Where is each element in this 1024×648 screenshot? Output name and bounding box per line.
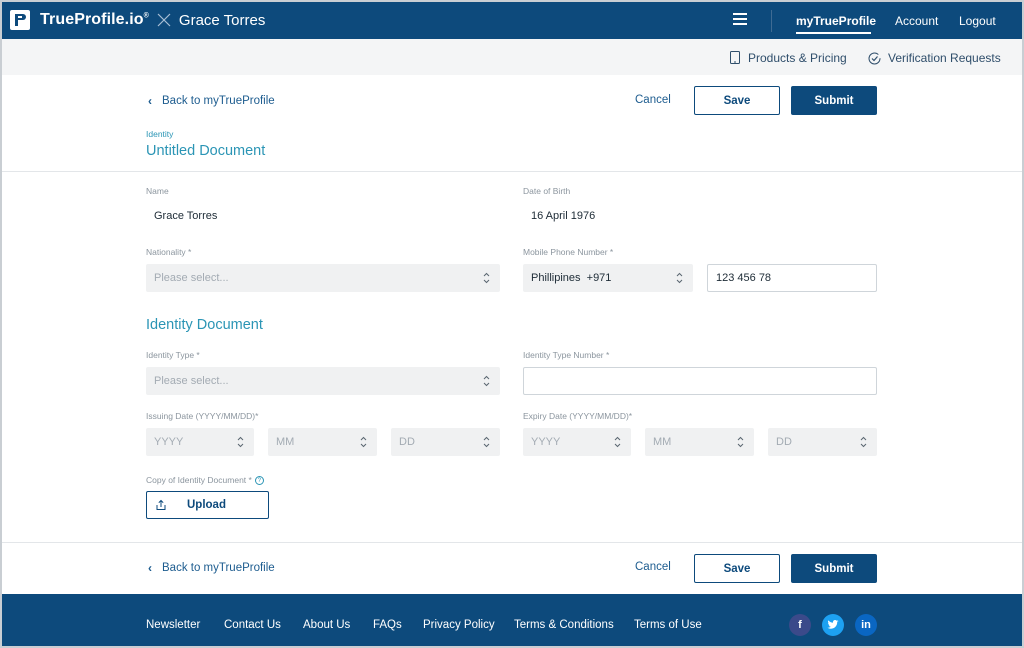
back-to-profile-link-bottom[interactable]: ‹ Back to myTrueProfile — [148, 561, 275, 575]
expiry-day-placeholder: DD — [776, 436, 792, 448]
issuing-month-placeholder: MM — [276, 436, 295, 448]
footer-link-about[interactable]: About Us — [303, 619, 350, 631]
brand[interactable]: TrueProfile.io® Grace Torres — [10, 10, 265, 30]
issuing-month-select[interactable]: MM — [268, 428, 377, 456]
identity-number-label: Identity Type Number * — [523, 350, 610, 360]
nav-logout[interactable]: Logout — [959, 14, 996, 28]
chevron-left-icon: ‹ — [148, 94, 152, 108]
cancel-button-bottom[interactable]: Cancel — [635, 561, 671, 573]
tablet-icon — [730, 51, 740, 64]
back-to-profile-link-top[interactable]: ‹ Back to myTrueProfile — [148, 94, 275, 108]
submit-button-top[interactable]: Submit — [791, 86, 877, 115]
verification-requests-label: Verification Requests — [888, 51, 1001, 65]
nav-account[interactable]: Account — [895, 14, 938, 28]
bottom-divider — [2, 542, 1022, 543]
updown-chevron-icon — [483, 272, 490, 284]
updown-chevron-icon — [483, 436, 490, 448]
copy-document-label: Copy of Identity Document *? — [146, 475, 264, 486]
updown-chevron-icon — [676, 272, 683, 284]
hamburger-menu-icon[interactable] — [733, 13, 747, 25]
expiry-month-select[interactable]: MM — [645, 428, 754, 456]
back-label: Back to myTrueProfile — [162, 95, 275, 107]
sub-navigation: Products & Pricing Verification Requests — [2, 39, 1022, 75]
issuing-year-select[interactable]: YYYY — [146, 428, 254, 456]
footer-link-contact[interactable]: Contact Us — [224, 619, 281, 631]
phone-number-input[interactable]: 123 456 78 — [707, 264, 877, 292]
expiry-date-label: Expiry Date (YYYY/MM/DD)* — [523, 411, 633, 421]
footer-link-terms-use[interactable]: Terms of Use — [634, 619, 702, 631]
upload-button[interactable]: Upload — [146, 491, 269, 519]
chevron-left-icon: ‹ — [148, 561, 152, 575]
facebook-icon[interactable]: f — [789, 614, 811, 636]
footer: Newsletter Contact Us About Us FAQs Priv… — [2, 594, 1022, 646]
updown-chevron-icon — [360, 436, 367, 448]
active-nav-underline — [796, 32, 871, 34]
identity-section-title: Identity Document — [146, 317, 263, 333]
phone-country-select[interactable]: Phillipines +971 — [523, 264, 693, 292]
identity-number-input[interactable] — [523, 367, 877, 395]
verification-requests-link[interactable]: Verification Requests — [868, 51, 1001, 65]
identity-type-placeholder: Please select... — [154, 375, 229, 387]
footer-link-faqs[interactable]: FAQs — [373, 619, 402, 631]
phone-country-value: Phillipines +971 — [531, 272, 612, 284]
identity-type-label: Identity Type * — [146, 350, 200, 360]
upload-icon — [156, 499, 166, 510]
brand-registered-mark: ® — [143, 12, 149, 20]
updown-chevron-icon — [483, 375, 490, 387]
issuing-day-select[interactable]: DD — [391, 428, 500, 456]
user-name: Grace Torres — [178, 11, 266, 29]
help-icon[interactable]: ? — [254, 476, 264, 486]
expiry-year-placeholder: YYYY — [531, 436, 561, 448]
updown-chevron-icon — [237, 436, 244, 448]
document-type: Identity — [146, 129, 174, 139]
nationality-placeholder: Please select... — [154, 272, 229, 284]
updown-chevron-icon — [614, 436, 621, 448]
top-header: TrueProfile.io® Grace Torres myTrueProfi… — [2, 2, 1022, 39]
twitter-bird-icon — [827, 620, 839, 629]
back-label: Back to myTrueProfile — [162, 562, 275, 574]
copy-document-label-text: Copy of Identity Document * — [146, 475, 252, 485]
products-pricing-link[interactable]: Products & Pricing — [729, 51, 847, 65]
expiry-month-placeholder: MM — [653, 436, 672, 448]
footer-link-newsletter[interactable]: Newsletter — [146, 619, 200, 631]
updown-chevron-icon — [860, 436, 867, 448]
trueprofile-logo-icon — [10, 10, 30, 30]
nationality-label: Nationality * — [146, 247, 192, 257]
footer-link-terms-conditions[interactable]: Terms & Conditions — [514, 619, 614, 631]
name-label: Name — [146, 186, 169, 196]
brand-name: TrueProfile.io® — [40, 11, 149, 28]
nationality-select[interactable]: Please select... — [146, 264, 500, 292]
header-divider — [2, 171, 1022, 172]
dob-label: Date of Birth — [523, 186, 571, 196]
cross-separator-icon — [157, 13, 171, 27]
identity-type-select[interactable]: Please select... — [146, 367, 500, 395]
nav-my-trueprofile[interactable]: myTrueProfile — [796, 14, 876, 28]
name-value: Grace Torres — [154, 210, 218, 222]
issuing-day-placeholder: DD — [399, 436, 415, 448]
check-circle-icon — [868, 52, 881, 64]
phone-label: Mobile Phone Number * — [523, 247, 614, 257]
dob-value: 16 April 1976 — [531, 210, 596, 222]
twitter-icon[interactable] — [822, 614, 844, 636]
app-window: TrueProfile.io® Grace Torres myTrueProfi… — [0, 0, 1024, 648]
document-title: Untitled Document — [146, 143, 266, 159]
expiry-year-select[interactable]: YYYY — [523, 428, 631, 456]
issuing-year-placeholder: YYYY — [154, 436, 184, 448]
issuing-date-label: Issuing Date (YYYY/MM/DD)* — [146, 411, 259, 421]
products-pricing-label: Products & Pricing — [748, 51, 847, 65]
upload-label: Upload — [187, 499, 226, 511]
footer-link-privacy[interactable]: Privacy Policy — [423, 619, 495, 631]
submit-button-bottom[interactable]: Submit — [791, 554, 877, 583]
updown-chevron-icon — [737, 436, 744, 448]
save-button-top[interactable]: Save — [694, 86, 780, 115]
expiry-day-select[interactable]: DD — [768, 428, 877, 456]
linkedin-icon[interactable]: in — [855, 614, 877, 636]
save-button-bottom[interactable]: Save — [694, 554, 780, 583]
nav-divider — [771, 10, 772, 32]
cancel-button-top[interactable]: Cancel — [635, 94, 671, 106]
